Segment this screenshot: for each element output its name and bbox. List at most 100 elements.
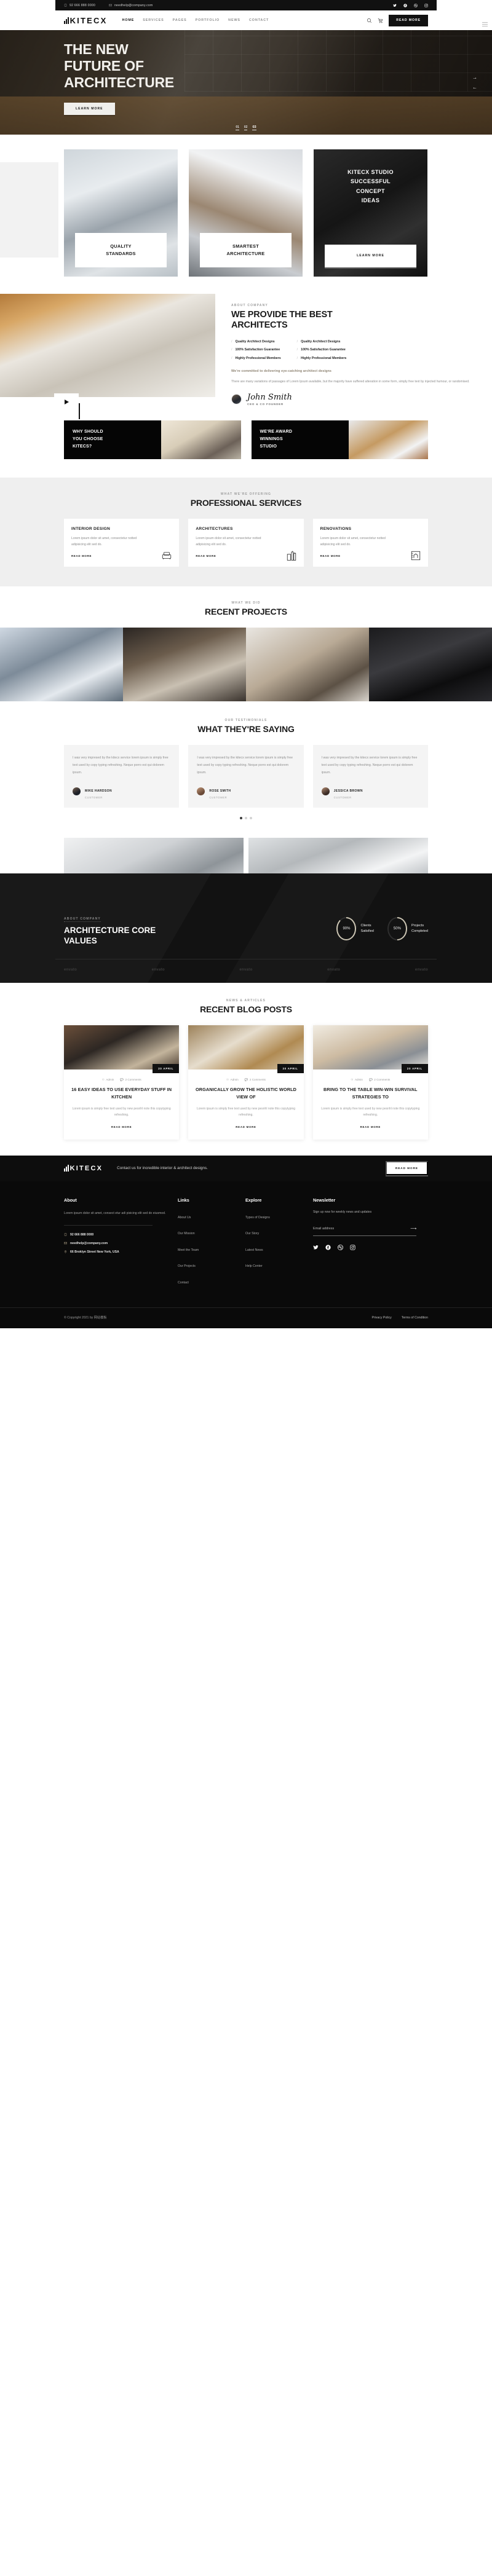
footer-link-about-us[interactable]: About Us: [178, 1216, 191, 1219]
core-eyebrow: ABOUT COMPANY: [64, 916, 101, 922]
footer-link-types-of-designs[interactable]: Types of Designs: [245, 1216, 270, 1219]
twitter-icon[interactable]: [313, 1245, 319, 1250]
promo-card-why-choose[interactable]: WHY SHOULD YOU CHOOSE KITECS?: [64, 420, 241, 459]
hero-next-arrow-icon[interactable]: →: [472, 75, 477, 81]
footer-phone-text: 92 666 888 0000: [70, 1232, 94, 1237]
blog-post-title[interactable]: ORGANICALLY GROW THE HOLISTIC WORLD VIEW…: [195, 1086, 296, 1101]
footer-link-our-projects[interactable]: Our Projects: [178, 1264, 196, 1268]
cta-read-more-button[interactable]: READ MORE: [385, 1161, 428, 1176]
hero-learn-more-button[interactable]: LEARN MORE: [64, 102, 115, 115]
twitter-icon[interactable]: [393, 4, 397, 7]
hero-prev-arrow-icon[interactable]: ←: [472, 85, 477, 90]
nav-item-contact[interactable]: CONTACT: [249, 18, 269, 22]
cta-logo[interactable]: KITECX: [64, 1165, 103, 1172]
testimonial-pagination-dots: [0, 816, 492, 819]
user-icon: ☉: [226, 1077, 229, 1081]
facebook-icon[interactable]: [325, 1245, 331, 1250]
nav-item-home[interactable]: HOME: [122, 18, 134, 22]
blog-read-more-link[interactable]: READ MORE: [360, 1125, 381, 1128]
topbar-email[interactable]: needhelp@company.com: [109, 4, 153, 7]
project-thumbnail[interactable]: [0, 628, 123, 702]
about-image: [0, 294, 215, 419]
blog-read-more-link[interactable]: READ MORE: [236, 1125, 256, 1128]
testimonial-card: I was very impresed by the kitecx servic…: [188, 745, 304, 808]
topbar-phone[interactable]: 92 666 888 0000: [64, 4, 95, 7]
testimonials-section: OUR TESTIMONIALS WHAT THEY'RE SAYING I w…: [0, 701, 492, 824]
project-thumbnail[interactable]: [246, 628, 369, 702]
blog-post-title[interactable]: BRING TO THE TABLE WIN-WIN SURVIVAL STRA…: [320, 1086, 421, 1101]
instagram-icon[interactable]: [350, 1245, 355, 1250]
pagination-dot[interactable]: [245, 816, 247, 819]
instagram-icon[interactable]: [424, 3, 428, 7]
feature-card-label: SMARTEST ARCHITECTURE: [200, 232, 292, 267]
site-footer: About Lorem ipsum dolor sit amet, consec…: [0, 1181, 492, 1329]
feature-card-smartest[interactable]: SMARTEST ARCHITECTURE: [189, 149, 303, 277]
about-list-item: Highly Professional Members: [297, 356, 346, 360]
cart-icon[interactable]: [378, 18, 383, 23]
footer-link-our-mission[interactable]: Our Mission: [178, 1232, 195, 1235]
blog-comments-count: 2 Comments: [249, 1078, 266, 1082]
service-card-architectures[interactable]: ARCHITECTURES Lorem ipsum dolor sit amet…: [188, 518, 304, 567]
menu-toggle-icon[interactable]: [482, 22, 488, 26]
list-item: Help Center: [245, 1259, 313, 1270]
logo[interactable]: KITECX: [64, 16, 107, 25]
blog-read-more-link[interactable]: READ MORE: [111, 1125, 132, 1128]
project-thumbnail[interactable]: [123, 628, 246, 702]
footer-link-contact[interactable]: Contact: [178, 1281, 189, 1285]
footer-link-latest-news[interactable]: Latest News: [245, 1248, 263, 1252]
service-read-more-link[interactable]: READ MORE: [196, 554, 216, 557]
nav-item-pages[interactable]: PAGES: [173, 18, 187, 22]
play-icon[interactable]: [54, 393, 79, 411]
blog-excerpt: Lorem ipsum is simply free text used by …: [196, 1106, 296, 1117]
signature-role: CEO & CO FOUNDER: [247, 402, 284, 406]
blog-card[interactable]: 20 APRIL ☉ Admin 💬 2 Comments BRING TO THE…: [312, 1025, 428, 1140]
project-thumbnail[interactable]: [369, 628, 492, 702]
blog-excerpt: Lorem ipsum is simply free text used by …: [72, 1106, 171, 1117]
signature-text: John Smith: [247, 392, 292, 402]
about-eyebrow: ABOUT COMPANY: [231, 304, 268, 307]
terms-link[interactable]: Terms of Condition: [402, 1316, 428, 1320]
feature-card-studio[interactable]: KITECX STUDIO SUCCESSFUL CONCEPT IDEAS L…: [314, 149, 427, 277]
blog-post-title[interactable]: 16 EASY IDEAS TO USE EVERYDAY STUFF IN K…: [71, 1086, 172, 1101]
arrow-right-icon[interactable]: ⟶: [410, 1226, 416, 1231]
service-card-renovations[interactable]: RENOVATIONS Lorem ipsum dolor sit amet, …: [312, 518, 428, 567]
footer-link-help-center[interactable]: Help Center: [245, 1264, 263, 1268]
service-read-more-link[interactable]: READ MORE: [71, 554, 92, 557]
hero-slide-02[interactable]: 02: [244, 125, 248, 130]
blog-card[interactable]: 30 APRIL ☉ Admin 💬 2 Comments ORGANICALLY …: [188, 1025, 304, 1140]
pagination-dot[interactable]: [250, 816, 252, 819]
service-read-more-link[interactable]: READ MORE: [320, 554, 341, 557]
feature-card-learn-more-button[interactable]: LEARN MORE: [325, 245, 416, 267]
feature-card-quality[interactable]: QUALITY STANDARDS: [64, 149, 178, 277]
header-cta-button[interactable]: READ MORE: [389, 14, 428, 26]
nav-item-services[interactable]: SERVICES: [143, 18, 164, 22]
privacy-policy-link[interactable]: Privacy Policy: [371, 1316, 391, 1320]
testimonial-author: JESSICA BROWN CUSTOMER: [321, 784, 419, 799]
footer-phone[interactable]: 92 666 888 0000: [64, 1233, 178, 1237]
top-bar-contacts: 92 666 888 0000 needhelp@company.com: [64, 4, 153, 7]
promo-card-award[interactable]: WE'RE AWARD WINNINGS STUDIO: [251, 420, 428, 459]
phone-icon: [64, 4, 67, 7]
blog-date-badge: 30 APRIL: [277, 1063, 304, 1073]
stat-label-line-1: Clients: [360, 924, 371, 928]
dribbble-icon[interactable]: [338, 1244, 343, 1250]
brand-logo: envato: [327, 967, 341, 972]
footer-link-meet-the-team[interactable]: Meet the Team: [178, 1248, 199, 1252]
hero-slide-01[interactable]: 01: [236, 125, 239, 130]
footer-link-our-story[interactable]: Our Story: [245, 1232, 259, 1235]
location-pin-icon: [64, 1250, 67, 1253]
nav-item-portfolio[interactable]: PORTFOLIO: [196, 18, 220, 22]
service-card-interior-design[interactable]: INTERIOR DESIGN Lorem ipsum dolor sit am…: [64, 518, 180, 567]
newsletter-email-input[interactable]: [313, 1226, 411, 1231]
blog-card[interactable]: 20 APRIL ☉ Admin 💬 2 Comments 16 EASY IDEA…: [64, 1025, 180, 1140]
facebook-icon[interactable]: [403, 3, 407, 7]
footer-about-desc: Lorem ipsum dolor sit amet, consect etur…: [64, 1211, 166, 1215]
search-icon[interactable]: [367, 18, 372, 23]
promo-line-2: YOU CHOOSE: [73, 437, 103, 442]
pagination-dot[interactable]: [240, 816, 242, 819]
dribbble-icon[interactable]: [414, 3, 418, 7]
footer-email[interactable]: needhelp@company.com: [64, 1242, 178, 1245]
nav-item-news[interactable]: NEWS: [228, 18, 240, 22]
hero-slide-03[interactable]: 03: [252, 125, 256, 130]
avatar: [197, 787, 205, 795]
